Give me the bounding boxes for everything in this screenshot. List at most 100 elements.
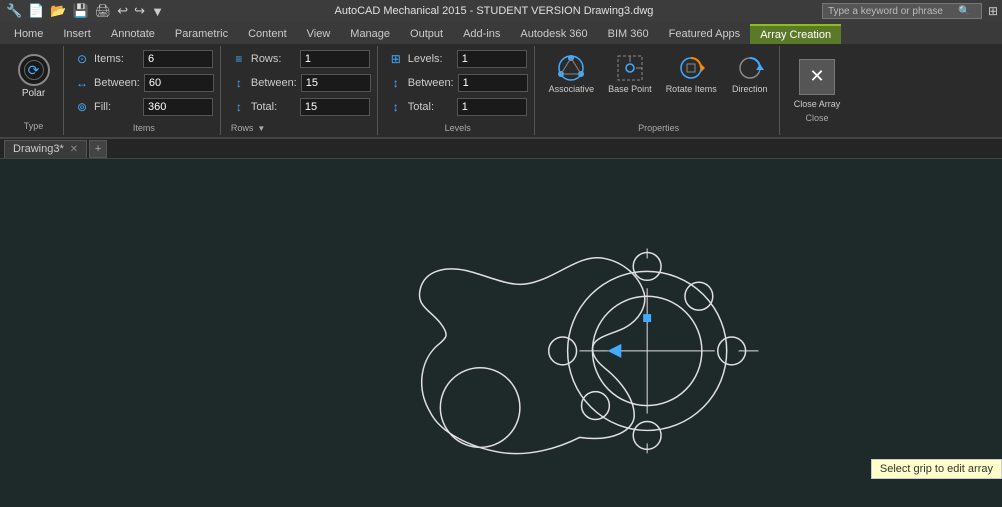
tab-content[interactable]: Content [238,24,297,44]
levels-between-label: Between: [408,77,454,89]
polar-button[interactable]: Polar [14,50,54,103]
select-grip-tooltip: Select grip to edit array [871,459,1002,479]
rows-group: ≡ Rows: ↕ Between: ↕ Total: Rows ▼ [225,46,378,135]
rows-field-row-2: ↕ Between: [231,72,371,94]
rows-between-input[interactable] [301,74,371,92]
close-group: ✕ Close Array Close [784,46,851,135]
undo-icon[interactable]: ↩ [115,3,130,19]
print-icon[interactable]: 🖨 [93,3,114,19]
direction-button[interactable]: Direction [725,48,775,98]
app: 🔧 📄 📂 💾 🖨 ↩ ↪ ▼ AutoCAD Mechanical 2015 … [0,0,1002,507]
items-field-row-3: ⊚ Fill: [74,96,214,118]
rows-label-text: Rows [231,123,254,133]
tab-bim360[interactable]: BIM 360 [598,24,659,44]
more-icon[interactable]: ▼ [149,4,166,19]
levels-field-row-3: ↕ Total: [388,96,528,118]
tab-addins[interactable]: Add-ins [453,24,510,44]
tab-parametric[interactable]: Parametric [165,24,238,44]
basepoint-icon [614,52,646,84]
open-icon[interactable]: 📂 [48,3,68,19]
rows-field-row-3: ↕ Total: [231,96,371,118]
rows-input[interactable] [300,50,370,68]
document-tab[interactable]: Drawing3* ✕ [4,140,87,158]
rows-total-label: Total: [251,101,296,113]
ribbon-tabs: Home Insert Annotate Parametric Content … [0,22,1002,44]
rows-label: Rows: [251,53,296,65]
rows-icon: ≡ [231,52,247,66]
levels-group-label: Levels [388,123,528,133]
levels-total-input[interactable] [457,98,527,116]
levels-field-row-2: ↕ Between: [388,72,528,94]
rotateitems-label: Rotate Items [666,84,717,94]
fill-label: Fill: [94,101,139,113]
close-array-button[interactable]: ✕ [799,59,835,95]
levels-input[interactable] [457,50,527,68]
tab-view[interactable]: View [297,24,341,44]
fill-icon: ⊚ [74,100,90,114]
levels-field-row-1: ⊞ Levels: [388,48,528,70]
between-icon-1: ↔ [74,76,90,90]
rotateitems-icon [675,52,707,84]
items-group: ⊙ Items: ↔ Between: ⊚ Fill: Items [68,46,221,135]
items-icon: ⊙ [74,52,90,66]
direction-icon [734,52,766,84]
items-group-label: Items [74,123,214,133]
new-icon[interactable]: 📄 [26,3,46,19]
tab-insert[interactable]: Insert [53,24,101,44]
ribbon-panel: Polar Type ⊙ Items: ↔ Between: ⊚ Fill: I… [0,44,1002,139]
titlebar: 🔧 📄 📂 💾 🖨 ↩ ↪ ▼ AutoCAD Mechanical 2015 … [0,0,1002,22]
rows-between-label: Between: [251,77,297,89]
viewport[interactable]: Top][2D Wireframe] [0,159,1002,507]
search-icon: 🔍 [958,6,970,17]
items-field-row-1: ⊙ Items: [74,48,214,70]
close-tab-icon[interactable]: ✕ [70,144,78,155]
levels-total-label: Total: [408,101,453,113]
rows-chevron-icon[interactable]: ▼ [257,124,265,133]
levels-label: Levels: [408,53,453,65]
add-tab-button[interactable]: + [89,140,107,158]
levels-between-input[interactable] [458,74,528,92]
search-input[interactable] [828,6,958,17]
levels-total-icon: ↕ [388,100,404,114]
search-box[interactable]: 🔍 [822,3,982,19]
levels-between-icon: ↕ [388,76,404,90]
basepoint-button[interactable]: Base Point [602,48,658,98]
tab-annotate[interactable]: Annotate [101,24,165,44]
tab-manage[interactable]: Manage [340,24,400,44]
tab-featured[interactable]: Featured Apps [659,24,751,44]
levels-icon: ⊞ [388,52,404,66]
associative-icon [555,52,587,84]
drawing-canvas[interactable] [0,159,1002,507]
titlebar-icons: 🔧 📄 📂 💾 🖨 ↩ ↪ ▼ [4,3,166,19]
polar-icon [18,54,50,86]
tab-array-creation[interactable]: Array Creation [750,24,841,44]
associative-label: Associative [549,84,595,94]
tab-bar: Drawing3* ✕ + [0,139,1002,159]
items-input[interactable] [143,50,213,68]
properties-group-label: Properties [543,123,775,133]
fill-input[interactable] [143,98,213,116]
direction-label: Direction [732,84,768,94]
redo-icon[interactable]: ↪ [132,3,147,19]
content-area: Top][2D Wireframe] [0,159,1002,507]
doc-tab-name: Drawing3* [13,143,64,155]
levels-group: ⊞ Levels: ↕ Between: ↕ Total: Levels [382,46,535,135]
rows-field-row-1: ≡ Rows: [231,48,371,70]
tab-home[interactable]: Home [4,24,53,44]
rows-total-input[interactable] [300,98,370,116]
rows-group-label: Rows ▼ [231,121,371,133]
save-icon[interactable]: 💾 [71,3,91,19]
type-group-label: Type [24,121,44,131]
between-input-1[interactable] [144,74,214,92]
associative-button[interactable]: Associative [543,48,601,98]
type-group: Polar Type [4,46,64,135]
rows-total-icon: ↕ [231,100,247,114]
rotateitems-button[interactable]: Rotate Items [660,48,723,98]
window-controls: ⊞ [988,4,998,18]
tab-autodesk360[interactable]: Autodesk 360 [510,24,597,44]
basepoint-label: Base Point [608,84,652,94]
tab-output[interactable]: Output [400,24,453,44]
polar-label: Polar [22,88,45,99]
rows-between-icon: ↕ [231,76,247,90]
items-field-row-2: ↔ Between: [74,72,214,94]
